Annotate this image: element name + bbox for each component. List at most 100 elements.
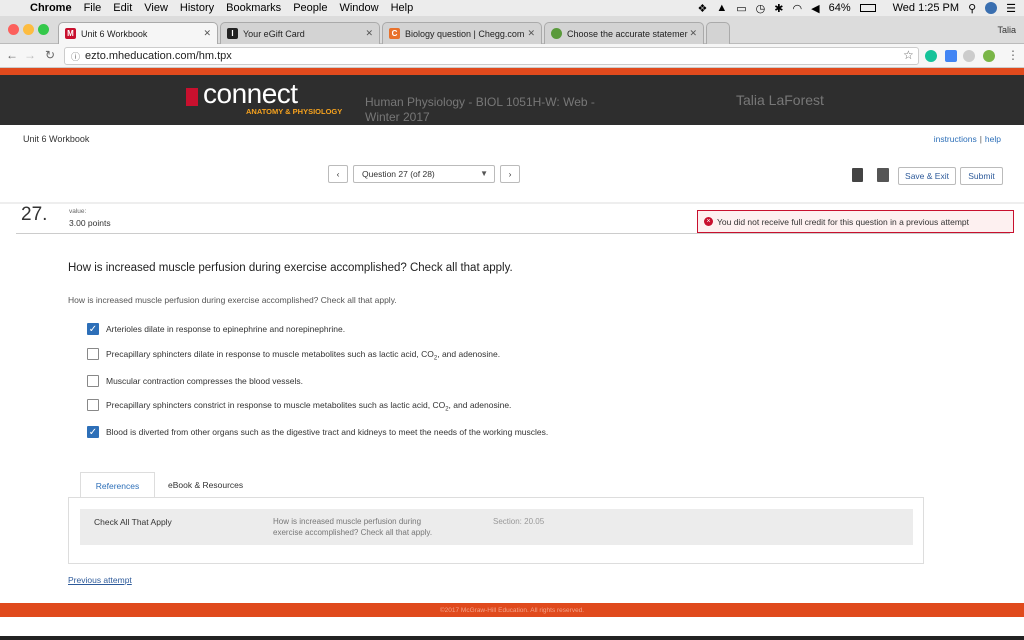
menu-people[interactable]: People [293,2,327,14]
option-label-2[interactable]: Precapillary sphincters dilate in respon… [106,349,500,362]
address-bar: ← → ↻ ⓘ ezto.mheducation.com/hm.tpx ☆ ⋮ [0,44,1024,68]
header-links: instructions | help [934,134,1001,144]
course-title-line2: Winter 2017 [365,110,430,124]
value-label: value: [69,208,87,215]
wifi-icon[interactable]: ◠ [793,2,803,15]
tab-label: Your eGift Card [243,28,305,39]
previous-attempt-link[interactable]: Previous attempt [68,575,132,585]
option-label-4[interactable]: Precapillary sphincters constrict in res… [106,400,511,413]
time-machine-icon[interactable]: ◷ [756,2,766,15]
airplay-icon[interactable]: ▭ [736,2,746,15]
save-exit-button[interactable]: Save & Exit [898,167,956,185]
option-checkbox-2[interactable] [87,348,99,360]
close-window-icon[interactable] [8,24,19,35]
option-label-1[interactable]: Arterioles dilate in response to epineph… [106,324,345,334]
globe-favicon-icon [551,28,562,39]
submit-button[interactable]: Submit [960,167,1003,185]
menu-bookmarks[interactable]: Bookmarks [226,2,281,14]
close-tab-icon[interactable]: ✕ [365,28,373,39]
help-link[interactable]: help [985,134,1001,144]
battery-icon [859,4,876,12]
question-title: How is increased muscle perfusion during… [68,262,513,274]
extension-icon[interactable] [945,50,957,62]
bluetooth-icon[interactable]: ✱ [774,2,783,15]
question-select[interactable]: Question 27 (of 28) ▼ [353,165,495,183]
menu-file[interactable]: File [84,2,102,14]
chrome-menu-icon[interactable]: ⋮ [1007,48,1019,62]
extension-icon[interactable] [963,50,975,62]
screen-edge [0,636,1024,640]
reference-row [80,509,913,545]
url-field[interactable]: ⓘ ezto.mheducation.com/hm.tpx [64,47,919,65]
mac-menu-bar: Chrome File Edit View History Bookmarks … [0,0,1024,16]
close-tab-icon[interactable]: ✕ [527,28,535,39]
reference-question-line1: How is increased muscle perfusion during [273,517,422,526]
ebook-icon[interactable] [852,168,863,182]
app-menu-chrome[interactable]: Chrome [30,2,72,14]
tab-ebook-resources[interactable]: eBook & Resources [168,480,243,490]
menu-edit[interactable]: Edit [113,2,132,14]
menu-window[interactable]: Window [339,2,378,14]
brand-strip [0,68,1024,75]
print-icon[interactable] [877,168,889,182]
alert-text: You did not receive full credit for this… [717,216,969,227]
tab-label: Biology question | Chegg.com [405,28,525,39]
connect-header: connect ANATOMY & PHYSIOLOGY Human Physi… [0,75,1024,125]
option-checkbox-3[interactable] [87,375,99,387]
notification-center-icon[interactable]: ☰ [1006,2,1016,15]
spotlight-icon[interactable]: ⚲ [968,2,976,15]
profile-name[interactable]: Talia [997,25,1016,35]
option-checkbox-1[interactable]: ✓ [87,323,99,335]
battery-percent[interactable]: 64% [829,2,851,14]
option-label-2-tail: , and adenosine. [437,349,501,359]
extension-icon[interactable] [983,50,995,62]
option-checkbox-4[interactable] [87,399,99,411]
close-tab-icon[interactable]: ✕ [203,28,211,39]
divider [0,202,1024,204]
option-label-4-tail: , and adenosine. [448,400,512,410]
info-icon[interactable]: ⓘ [71,50,80,63]
footer-copyright: ©2017 McGraw-Hill Education. All rights … [439,606,585,614]
tab-chegg[interactable]: C Biology question | Chegg.com ✕ [382,22,542,44]
drive-icon[interactable]: ▲ [716,2,727,14]
tab-label: Choose the accurate statemer [567,28,688,39]
back-icon[interactable]: ← [6,48,18,62]
chevron-down-icon: ▼ [480,169,488,178]
instructions-link[interactable]: instructions [934,134,977,144]
tab-choose-statement[interactable]: Choose the accurate statemer ✕ [544,22,704,44]
zoom-window-icon[interactable] [38,24,49,35]
tab-references[interactable]: References [80,472,155,498]
next-question-button[interactable]: › [500,165,520,183]
minimize-window-icon[interactable] [23,24,34,35]
clock[interactable]: Wed 1:25 PM [893,2,959,14]
new-tab-button[interactable] [706,22,730,44]
dropbox-icon[interactable]: ❖ [698,2,708,15]
forward-icon[interactable]: → [24,48,36,62]
page-content: Unit 6 Workbook instructions | help ‹ Qu… [0,126,1024,616]
volume-icon[interactable]: ◀ [811,2,819,15]
menu-view[interactable]: View [144,2,168,14]
workbook-title: Unit 6 Workbook [23,134,90,144]
egift-favicon-icon: I [227,28,238,39]
option-label-3[interactable]: Muscular contraction compresses the bloo… [106,376,303,386]
question-number: 27. [21,204,48,225]
option-label-5[interactable]: Blood is diverted from other organs such… [106,427,548,437]
reference-type: Check All That Apply [94,517,172,527]
tab-egift-card[interactable]: I Your eGift Card ✕ [220,22,380,44]
previous-question-button[interactable]: ‹ [328,165,348,183]
option-checkbox-5[interactable]: ✓ [87,426,99,438]
grammarly-icon[interactable] [925,50,937,62]
bookmark-star-icon[interactable]: ☆ [903,48,914,62]
reference-section: Section: 20.05 [493,517,545,526]
chegg-favicon-icon: C [389,28,400,39]
mcgraw-hill-logo [186,88,198,106]
user-avatar-icon[interactable] [985,2,998,14]
points-value: 3.00 points [69,218,111,228]
reload-icon[interactable]: ↻ [45,48,55,62]
close-tab-icon[interactable]: ✕ [689,28,697,39]
divider [16,233,1010,234]
tab-unit6-workbook[interactable]: M Unit 6 Workbook ✕ [58,22,218,44]
menu-history[interactable]: History [180,2,214,14]
menu-help[interactable]: Help [391,2,414,14]
user-name[interactable]: Talia LaForest [736,92,824,108]
